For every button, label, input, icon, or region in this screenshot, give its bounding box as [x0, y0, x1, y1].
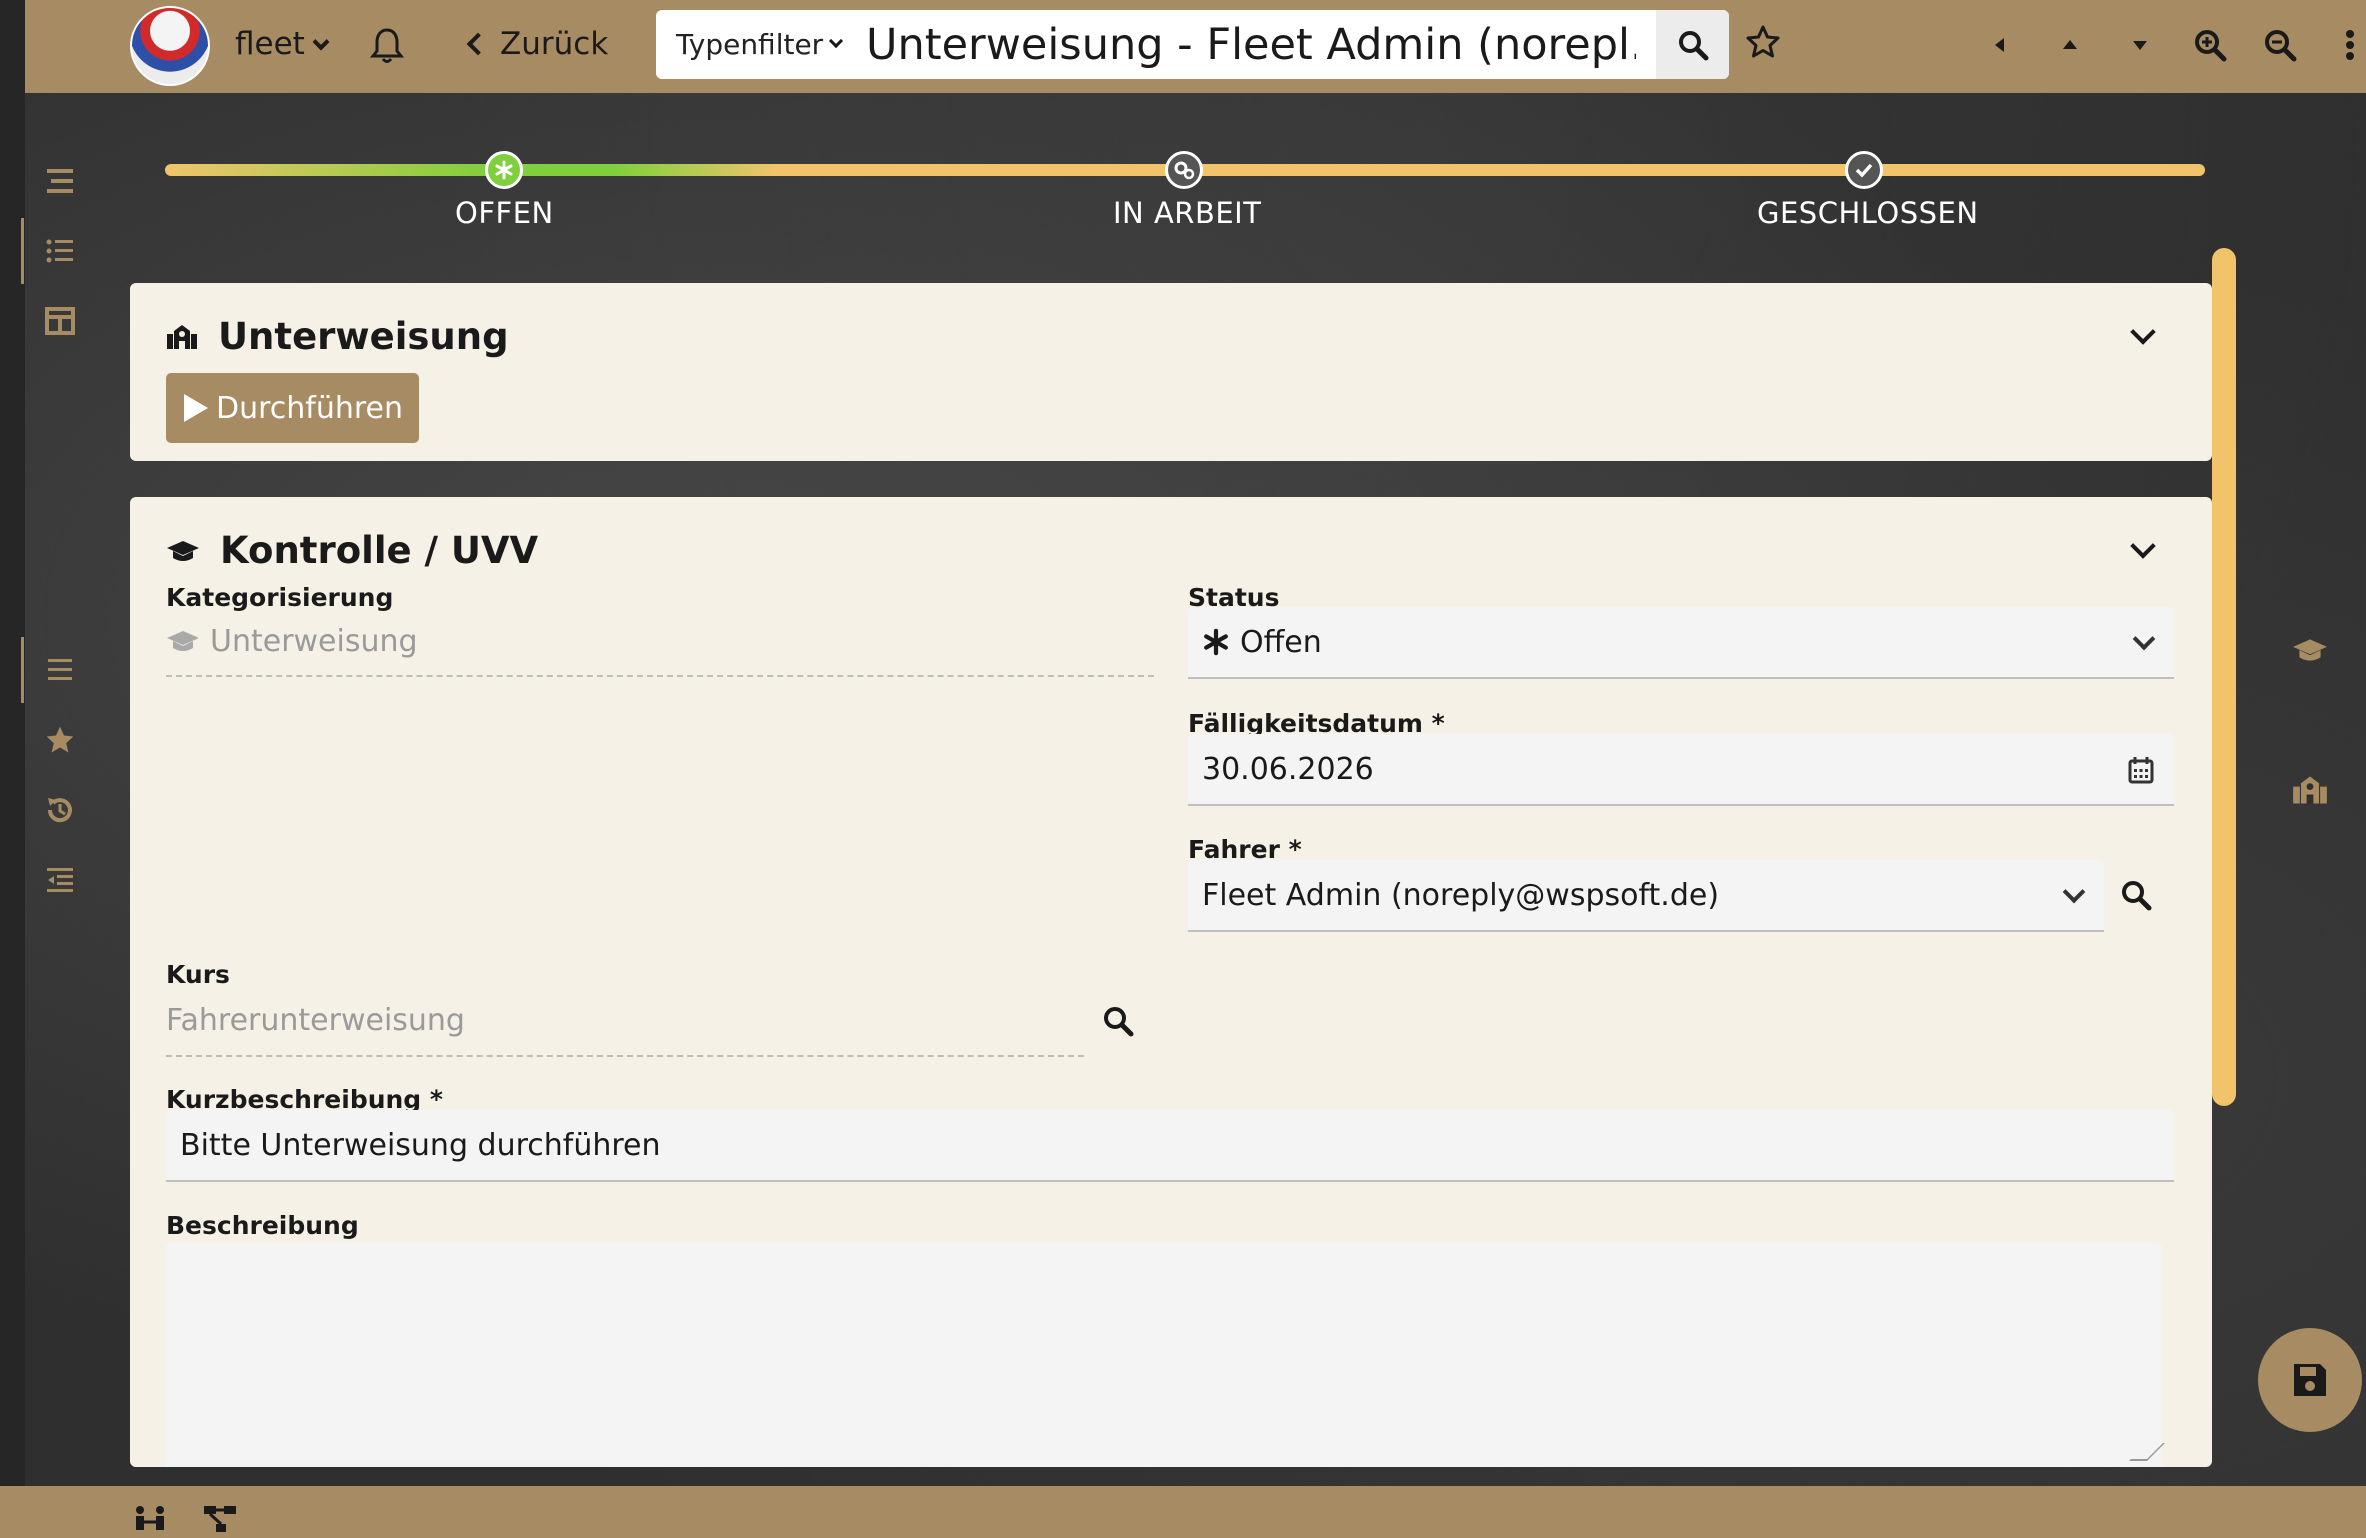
step-label-closed: GESCHLOSSEN — [1757, 196, 1979, 230]
chevron-down-icon[interactable] — [2130, 319, 2156, 345]
indent-list-icon[interactable] — [40, 860, 80, 900]
menu-icon[interactable] — [40, 161, 80, 201]
save-button[interactable] — [2258, 1328, 2362, 1432]
status-value: Offen — [1240, 624, 1322, 660]
due-date-input[interactable]: 30.06.2026 — [1188, 734, 2174, 806]
step-open-icon[interactable] — [485, 151, 523, 189]
graduation-cap-icon — [167, 631, 199, 651]
panel-title: Kontrolle / UVV — [220, 529, 539, 572]
more-menu-icon[interactable] — [2315, 20, 2366, 70]
kontrolle-panel-header[interactable]: Kontrolle / UVV — [166, 529, 538, 572]
history-icon[interactable] — [40, 790, 80, 830]
due-date-value: 30.06.2026 — [1202, 751, 1374, 787]
calendar-icon[interactable] — [2128, 756, 2154, 784]
step-label-in-progress: IN ARBEIT — [1113, 196, 1262, 230]
short-description-value: Bitte Unterweisung durchführen — [180, 1127, 661, 1163]
top-bar: fleet Zurück Typenfilter Unterweisung - … — [25, 0, 2366, 93]
type-filter-select[interactable]: Typenfilter — [656, 28, 856, 61]
chevron-down-icon — [312, 33, 330, 51]
school-icon[interactable] — [2290, 770, 2330, 810]
kontrolle-panel: Kontrolle / UVV Kategorisierung Unterwei… — [130, 497, 2212, 1467]
graduation-cap-icon[interactable] — [2290, 630, 2330, 670]
app-name: fleet — [235, 26, 305, 62]
favorites-star-icon[interactable] — [40, 720, 80, 760]
course-field: Fahrerunterweisung — [166, 985, 1084, 1057]
users-relation-icon[interactable] — [130, 1502, 170, 1536]
app-switcher[interactable]: fleet — [235, 26, 330, 62]
kategorisierung-value: Unterweisung — [210, 623, 418, 659]
global-search: Typenfilter Unterweisung - Fleet Admin (… — [656, 10, 1729, 79]
back-label: Zurück — [500, 26, 609, 62]
zoom-in-icon[interactable] — [2175, 20, 2245, 70]
favorite-star-icon[interactable] — [1745, 24, 1781, 64]
status-select[interactable]: Offen — [1188, 607, 2174, 679]
lines-icon[interactable] — [40, 650, 80, 690]
save-icon — [2294, 1364, 2326, 1396]
course-search-icon[interactable] — [1102, 1005, 1134, 1041]
previous-record-icon[interactable] — [1965, 20, 2035, 70]
description-label: Beschreibung — [166, 1211, 359, 1240]
play-icon — [184, 394, 208, 422]
hierarchy-icon[interactable] — [200, 1502, 240, 1536]
step-closed-icon[interactable] — [1845, 151, 1883, 189]
driver-search-icon[interactable] — [2120, 879, 2152, 915]
unterweisung-panel-header[interactable]: Unterweisung — [166, 315, 509, 358]
active-nav-marker — [21, 218, 24, 284]
run-button[interactable]: Durchführen — [166, 373, 419, 443]
chevron-left-icon — [466, 32, 490, 56]
content-scrollbar[interactable] — [2212, 248, 2236, 1106]
search-input[interactable]: Unterweisung - Fleet Admin (norepl... — [856, 20, 1636, 70]
search-button[interactable] — [1656, 10, 1729, 79]
graduation-cap-icon — [167, 540, 199, 561]
kategorisierung-field: Unterweisung — [166, 607, 1154, 677]
run-button-label: Durchführen — [216, 390, 404, 426]
resize-handle-icon[interactable] — [2129, 1443, 2165, 1461]
school-icon — [167, 324, 197, 349]
step-label-open: OFFEN — [455, 196, 554, 230]
panel-title: Unterweisung — [218, 315, 509, 358]
driver-value: Fleet Admin (noreply@wspsoft.de) — [1202, 877, 1720, 913]
avatar[interactable] — [130, 6, 210, 86]
search-icon — [1678, 30, 1708, 60]
chevron-down-icon — [2062, 880, 2086, 904]
list-view-icon[interactable] — [40, 231, 80, 271]
bell-icon[interactable] — [369, 26, 410, 66]
collapse-up-icon[interactable] — [2035, 20, 2105, 70]
driver-select[interactable]: Fleet Admin (noreply@wspsoft.de) — [1188, 860, 2104, 932]
description-textarea[interactable] — [166, 1243, 2165, 1467]
type-filter-label: Typenfilter — [676, 28, 824, 61]
short-description-input[interactable]: Bitte Unterweisung durchführen — [166, 1110, 2174, 1182]
chevron-down-icon[interactable] — [2130, 533, 2156, 559]
chevron-down-icon — [2132, 627, 2156, 651]
step-in-progress-icon[interactable] — [1165, 151, 1203, 189]
bottom-bar — [0, 1486, 2366, 1538]
active-nav-marker — [21, 637, 24, 703]
chevron-down-icon — [829, 33, 844, 48]
course-value: Fahrerunterweisung — [166, 1002, 465, 1038]
layout-columns-icon[interactable] — [40, 301, 80, 341]
zoom-out-icon[interactable] — [2245, 20, 2315, 70]
unterweisung-panel: Unterweisung Durchführen — [130, 283, 2212, 461]
expand-down-icon[interactable] — [2105, 20, 2175, 70]
back-button[interactable]: Zurück — [466, 26, 609, 62]
asterisk-icon — [1204, 628, 1228, 656]
